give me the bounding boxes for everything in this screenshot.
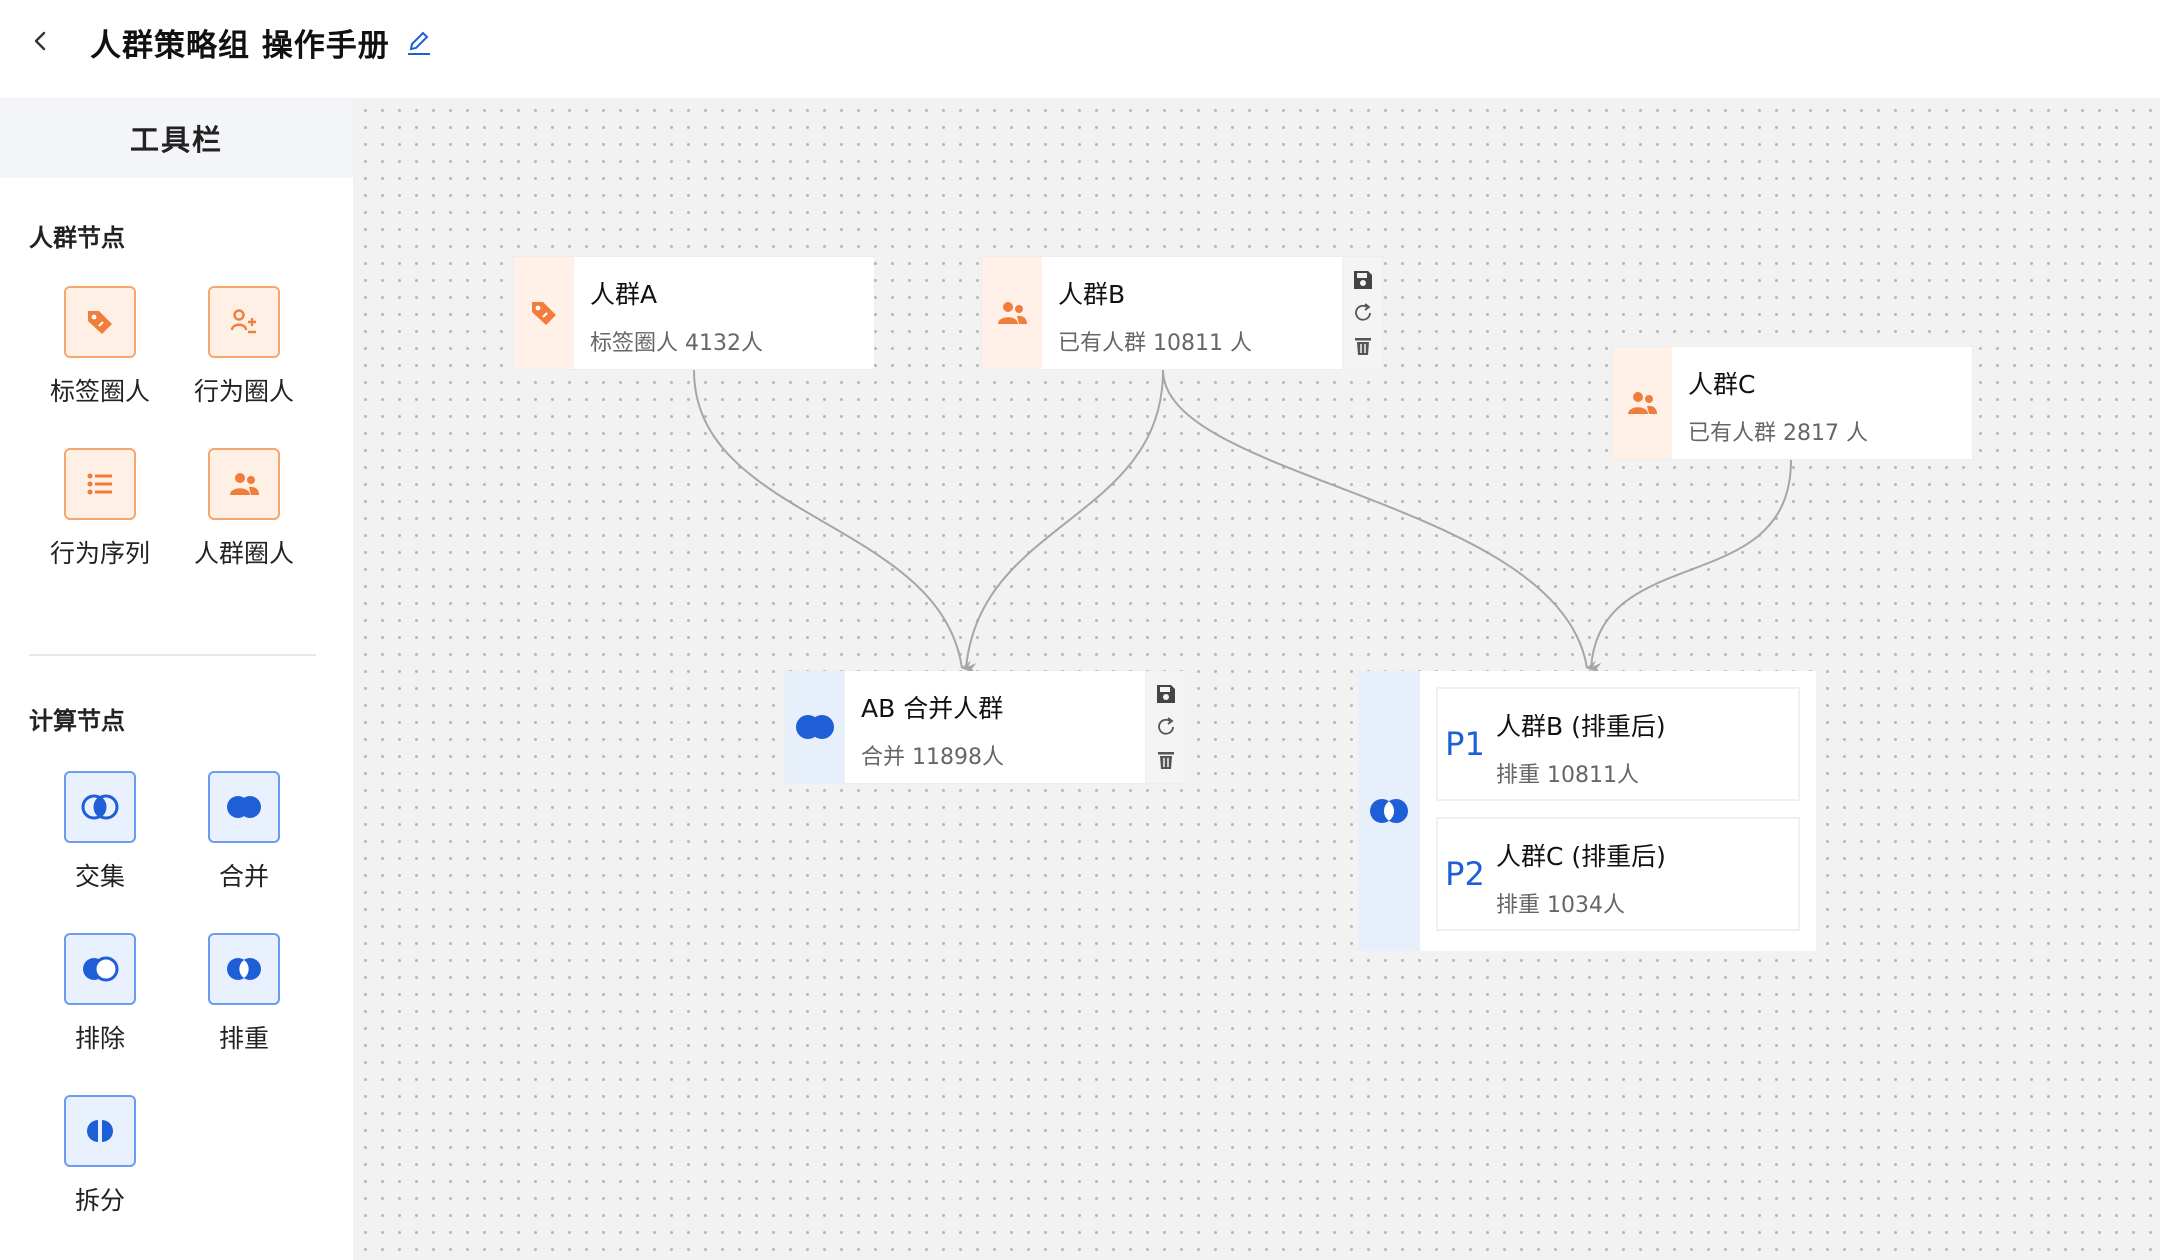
users-icon bbox=[1612, 347, 1672, 459]
split-icon bbox=[64, 1095, 136, 1167]
list-icon bbox=[64, 448, 136, 520]
compute-nodes-section-title: 计算节点 bbox=[29, 707, 125, 735]
tool-label: 交集 bbox=[74, 862, 125, 891]
node-actions bbox=[1145, 671, 1185, 783]
tool-behavior-sequence[interactable]: 行为序列 bbox=[25, 448, 175, 570]
users-icon bbox=[208, 448, 280, 520]
refresh-icon[interactable] bbox=[1153, 714, 1179, 740]
tool-intersection[interactable]: 交集 bbox=[25, 771, 175, 893]
tool-label: 排重 bbox=[218, 1024, 269, 1053]
back-icon[interactable] bbox=[26, 26, 56, 56]
row-title: 人群C (排重后) bbox=[1496, 842, 1666, 871]
tool-split[interactable]: 拆分 bbox=[25, 1095, 175, 1217]
tool-dedup[interactable]: 排重 bbox=[169, 933, 319, 1055]
node-crowd-b[interactable]: 人群B 已有人群 10811 人 bbox=[982, 257, 1382, 369]
tool-label: 人群圈人 bbox=[193, 539, 294, 568]
priority-tag: P2 bbox=[1445, 855, 1485, 893]
tool-crowd-select[interactable]: 人群圈人 bbox=[169, 448, 319, 570]
union-icon bbox=[208, 771, 280, 843]
node-title: AB 合并人群 bbox=[861, 694, 1004, 723]
delete-icon[interactable] bbox=[1153, 747, 1179, 773]
header: 人群策略组 操作手册 bbox=[0, 0, 2160, 98]
save-icon[interactable] bbox=[1153, 681, 1179, 707]
node-dedup[interactable]: P1 人群B (排重后) 排重 10811人 P2 人群C (排重后) 排重 1… bbox=[1358, 671, 1816, 951]
tool-tag-crowd[interactable]: 标签圈人 bbox=[25, 286, 175, 408]
intersection-icon bbox=[64, 771, 136, 843]
node-crowd-c[interactable]: 人群C 已有人群 2817 人 bbox=[1612, 347, 1972, 459]
row-subtitle: 排重 10811人 bbox=[1496, 763, 1639, 788]
row-title: 人群B (排重后) bbox=[1496, 712, 1666, 741]
tag-icon bbox=[64, 286, 136, 358]
dedup-icon bbox=[1358, 671, 1420, 951]
dedup-row-p2[interactable]: P2 人群C (排重后) 排重 1034人 bbox=[1436, 817, 1800, 931]
tag-icon bbox=[514, 257, 574, 369]
users-icon bbox=[982, 257, 1042, 369]
tool-label: 排除 bbox=[74, 1024, 125, 1053]
delete-icon[interactable] bbox=[1350, 333, 1376, 359]
node-subtitle: 标签圈人 4132人 bbox=[590, 331, 763, 356]
node-actions bbox=[1342, 257, 1382, 369]
tool-label: 行为序列 bbox=[49, 539, 150, 568]
tool-label: 标签圈人 bbox=[49, 377, 150, 406]
tool-exclude[interactable]: 排除 bbox=[25, 933, 175, 1055]
node-crowd-a[interactable]: 人群A 标签圈人 4132人 bbox=[514, 257, 874, 369]
tool-label: 拆分 bbox=[74, 1186, 125, 1215]
tool-union[interactable]: 合并 bbox=[169, 771, 319, 893]
behavior-icon bbox=[208, 286, 280, 358]
node-subtitle: 合并 11898人 bbox=[861, 745, 1004, 770]
node-subtitle: 已有人群 2817 人 bbox=[1688, 421, 1868, 446]
node-title: 人群A bbox=[590, 280, 658, 309]
toolbar-panel: 工具栏 人群节点 标签圈人 行为圈人 行为序列 人群圈人 计算节点 交集 合并 … bbox=[0, 98, 353, 1260]
row-subtitle: 排重 1034人 bbox=[1496, 893, 1625, 918]
refresh-icon[interactable] bbox=[1350, 300, 1376, 326]
exclude-icon bbox=[64, 933, 136, 1005]
node-subtitle: 已有人群 10811 人 bbox=[1058, 331, 1252, 356]
crowd-nodes-section-title: 人群节点 bbox=[29, 224, 125, 252]
union-icon bbox=[785, 671, 845, 783]
tool-label: 行为圈人 bbox=[193, 377, 294, 406]
tool-label: 合并 bbox=[218, 862, 269, 891]
priority-tag: P1 bbox=[1445, 725, 1485, 763]
save-icon[interactable] bbox=[1350, 267, 1376, 293]
tool-behavior-crowd[interactable]: 行为圈人 bbox=[169, 286, 319, 408]
section-divider bbox=[29, 654, 316, 656]
edit-title-icon[interactable] bbox=[405, 28, 433, 58]
dedup-row-p1[interactable]: P1 人群B (排重后) 排重 10811人 bbox=[1436, 687, 1800, 801]
node-ab-union[interactable]: AB 合并人群 合并 11898人 bbox=[785, 671, 1185, 783]
toolbar-title: 工具栏 bbox=[0, 98, 353, 178]
page-title: 人群策略组 操作手册 bbox=[90, 28, 390, 64]
node-title: 人群C bbox=[1688, 370, 1756, 399]
node-title: 人群B bbox=[1058, 280, 1126, 309]
dedup-icon bbox=[208, 933, 280, 1005]
